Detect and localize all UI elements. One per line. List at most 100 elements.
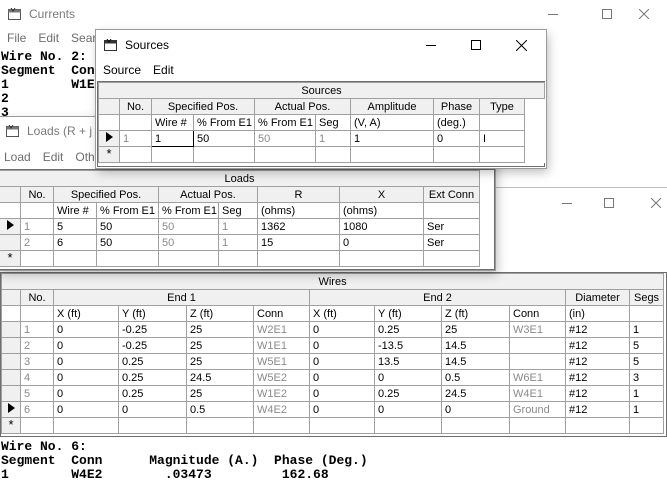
row-selector[interactable] (1, 353, 21, 370)
new-row-icon[interactable]: * (0, 250, 21, 267)
new-row[interactable]: * (0, 250, 480, 267)
empty-cell[interactable] (253, 417, 310, 434)
menu-source[interactable]: Source (97, 63, 147, 77)
cell-z1[interactable]: 25 (186, 353, 254, 370)
cell-y1[interactable]: 0.25 (118, 369, 187, 386)
cell-x[interactable]: 0 (339, 234, 424, 251)
cell-segs[interactable]: 1 (628, 401, 665, 418)
cell-y2[interactable]: 0.25 (374, 321, 442, 338)
empty-cell[interactable] (218, 250, 258, 267)
row-selector[interactable] (1, 385, 21, 402)
cell-from-e1[interactable]: 50 (193, 130, 255, 147)
col-header-no[interactable]: No. (119, 98, 152, 115)
cell-type[interactable]: I (479, 130, 525, 147)
table-row[interactable]: 3 0 0.25 25 W5E1 0 13.5 14.5 #12 5 (1, 353, 665, 370)
table-row[interactable]: 4 0 0.25 24.5 W5E2 0 0 0.5 W6E1 #12 3 (1, 369, 665, 386)
row-selector[interactable] (1, 369, 21, 386)
col-header-amplitude[interactable]: Amplitude (350, 98, 434, 115)
cell-z2[interactable]: 14.5 (441, 337, 510, 354)
cell-x2[interactable]: 0 (309, 369, 375, 386)
empty-cell[interactable] (309, 417, 375, 434)
row-selector[interactable] (1, 337, 21, 354)
cell-diameter[interactable]: #12 (565, 369, 630, 386)
row-selector[interactable] (0, 234, 21, 251)
cell-y2[interactable]: 0.25 (374, 385, 442, 402)
cell-z2[interactable]: 14.5 (441, 353, 510, 370)
cell-y2[interactable]: 13.5 (374, 353, 442, 370)
new-row-icon[interactable]: * (98, 146, 120, 163)
cell-segs[interactable]: 1 (628, 385, 665, 402)
empty-cell[interactable] (441, 417, 510, 434)
cell-x1[interactable]: 0 (53, 321, 119, 338)
empty-cell[interactable] (339, 250, 424, 267)
empty-cell[interactable] (628, 417, 665, 434)
empty-cell[interactable] (96, 250, 159, 267)
cell-ext-conn[interactable]: Ser (423, 234, 480, 251)
cell-y1[interactable]: 0.25 (118, 385, 187, 402)
cell-diameter[interactable]: #12 (565, 321, 630, 338)
cell-r[interactable]: 15 (257, 234, 340, 251)
cell-z2[interactable]: 0 (441, 401, 510, 418)
cell-y1[interactable]: 0 (118, 401, 187, 418)
col-header-specified-pos[interactable]: Specified Pos. (53, 186, 159, 203)
col-header-x[interactable]: X (339, 186, 424, 203)
empty-cell[interactable] (433, 146, 480, 163)
cell-z1[interactable]: 25 (186, 337, 254, 354)
wires-grid[interactable]: Wires No. End 1 End 2 Diameter Segs X (f… (0, 272, 667, 437)
current-row-indicator-icon[interactable] (98, 130, 120, 147)
empty-cell[interactable] (257, 250, 340, 267)
col-header-type[interactable]: Type (479, 98, 525, 115)
cell-x1[interactable]: 0 (53, 385, 119, 402)
cell-y2[interactable]: -13.5 (374, 337, 442, 354)
cell-z1[interactable]: 25 (186, 321, 254, 338)
cell-x2[interactable]: 0 (309, 337, 375, 354)
sources-close-button[interactable] (498, 30, 544, 60)
cell-wire[interactable]: 5 (53, 218, 97, 235)
wires-close-button[interactable] (633, 188, 667, 218)
empty-cell[interactable] (479, 146, 525, 163)
empty-cell[interactable] (565, 417, 630, 434)
cell-y1[interactable]: 0.25 (118, 353, 187, 370)
empty-cell[interactable] (374, 417, 442, 434)
cell-diameter[interactable]: #12 (565, 385, 630, 402)
empty-cell[interactable] (20, 417, 54, 434)
col-header-r[interactable]: R (257, 186, 340, 203)
empty-cell[interactable] (315, 146, 351, 163)
cell-amplitude[interactable]: 1 (350, 130, 434, 147)
cell-x1[interactable]: 0 (53, 337, 119, 354)
col-header-end1[interactable]: End 1 (53, 289, 310, 306)
cell-segs[interactable]: 3 (628, 369, 665, 386)
cell-diameter[interactable]: #12 (565, 337, 630, 354)
cell-segs[interactable]: 5 (628, 337, 665, 354)
new-row[interactable]: * (1, 417, 665, 434)
cell-x1[interactable]: 0 (53, 401, 119, 418)
cell-x1[interactable]: 0 (53, 353, 119, 370)
wires-maximize-button[interactable] (586, 188, 632, 218)
cell-y1[interactable]: -0.25 (118, 321, 187, 338)
cell-z1[interactable]: 24.5 (186, 369, 254, 386)
empty-cell[interactable] (186, 417, 254, 434)
currents-minimize-button[interactable] (530, 0, 576, 29)
loads-grid[interactable]: Loads No. Specified Pos. Actual Pos. R X… (0, 169, 495, 270)
menu-load[interactable]: Load (0, 150, 37, 164)
cell-segs[interactable]: 1 (628, 321, 665, 338)
current-row-indicator-icon[interactable] (1, 401, 21, 418)
col-header-segs[interactable]: Segs (628, 289, 665, 306)
table-row[interactable]: 1 1 50 50 1 1 0 I (98, 130, 545, 147)
col-header-diameter[interactable]: Diameter (565, 289, 630, 306)
empty-cell[interactable] (254, 146, 316, 163)
cell-x2[interactable]: 0 (309, 401, 375, 418)
cell-diameter[interactable]: #12 (565, 353, 630, 370)
cell-x2[interactable]: 0 (309, 385, 375, 402)
cell-z1[interactable]: 0.5 (186, 401, 254, 418)
cell-x1[interactable]: 0 (53, 369, 119, 386)
sources-grid[interactable]: Sources No. Specified Pos. Actual Pos. A… (97, 81, 546, 167)
cell-z2[interactable]: 25 (441, 321, 510, 338)
empty-cell[interactable] (151, 146, 194, 163)
empty-cell[interactable] (119, 146, 152, 163)
table-row[interactable]: 2 6 50 50 1 15 0 Ser (0, 234, 480, 251)
row-selector[interactable] (1, 321, 21, 338)
empty-cell[interactable] (53, 417, 119, 434)
new-row-icon[interactable]: * (1, 417, 21, 434)
col-header-phase[interactable]: Phase (433, 98, 480, 115)
